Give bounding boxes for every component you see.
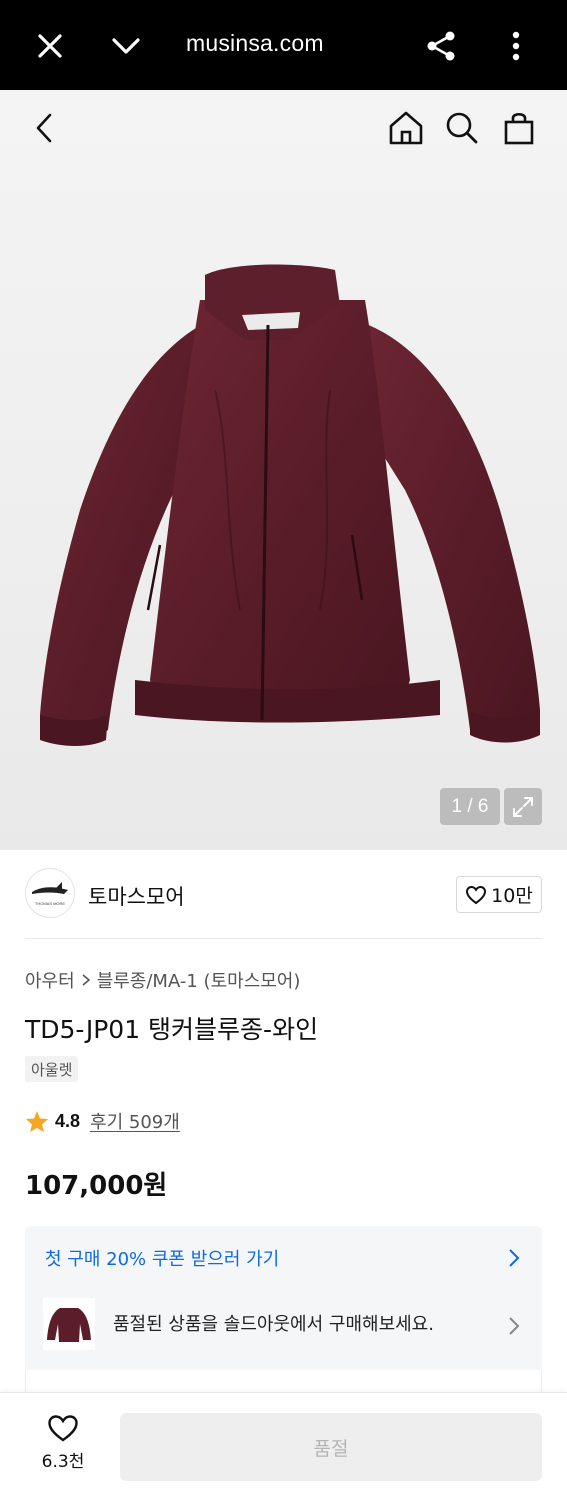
rating-row: 4.8 후기 509개 <box>25 1108 180 1134</box>
app-header <box>0 90 567 170</box>
jacket-illustration <box>40 264 540 746</box>
breadcrumb: 아우터 블루종/MA-1 (토마스모어) <box>25 967 300 993</box>
close-icon[interactable] <box>28 24 72 68</box>
breadcrumb-subcategory[interactable]: 블루종/MA-1 (토마스모어) <box>97 967 301 993</box>
rating-score: 4.8 <box>55 1110 81 1131</box>
soldout-banner[interactable]: 품절된 상품을 솔드아웃에서 구매해보세요. <box>25 1290 542 1370</box>
product-thumbnail <box>43 1298 95 1350</box>
buy-button[interactable]: 품절 <box>120 1413 542 1481</box>
coupon-text: 첫 구매 20% 쿠폰 받으러 가기 <box>45 1249 280 1270</box>
divider <box>25 938 542 939</box>
product-price: 107,000원 <box>25 1171 168 1201</box>
heart-icon <box>48 1415 78 1442</box>
chevron-right-icon <box>82 974 90 986</box>
svg-text:THOMAS MORE: THOMAS MORE <box>35 901 66 906</box>
brand-like-button[interactable]: 10만 <box>456 876 542 913</box>
share-icon[interactable] <box>419 24 463 68</box>
chevron-right-icon <box>509 1249 520 1267</box>
brand-logo[interactable]: THOMAS MORE <box>25 868 75 918</box>
browser-toolbar: musinsa.com <box>0 0 567 90</box>
expand-image-button[interactable] <box>504 788 542 825</box>
soldout-text: 품절된 상품을 솔드아웃에서 구매해보세요. <box>113 1314 434 1335</box>
wishlist-count: 6.3천 <box>41 1452 85 1472</box>
coupon-banner[interactable]: 첫 구매 20% 쿠폰 받으러 가기 <box>25 1226 542 1290</box>
product-title: TD5-JP01 탱커블루종-와인 <box>25 1015 319 1044</box>
bottom-action-bar: 6.3천 품절 <box>0 1392 567 1500</box>
more-vertical-icon[interactable] <box>494 24 538 68</box>
brand-name[interactable]: 토마스모어 <box>88 881 185 911</box>
heart-icon <box>466 885 487 904</box>
chevron-down-icon[interactable] <box>104 24 148 68</box>
chevron-right-icon <box>509 1317 520 1335</box>
shopping-bag-icon[interactable] <box>499 108 539 148</box>
home-icon[interactable] <box>386 108 426 148</box>
breadcrumb-category[interactable]: 아우터 <box>25 967 75 993</box>
outlet-badge: 아울렛 <box>25 1056 79 1082</box>
product-image[interactable] <box>0 90 567 850</box>
review-count-link[interactable]: 후기 509개 <box>90 1108 180 1134</box>
image-counter: 1 / 6 <box>440 788 500 825</box>
expand-icon <box>513 796 533 817</box>
brand-like-count: 10만 <box>491 885 533 907</box>
star-icon <box>26 1110 48 1132</box>
brand-row[interactable]: THOMAS MORE 토마스모어 10만 <box>25 868 542 920</box>
url-text[interactable]: musinsa.com <box>186 30 324 57</box>
back-arrow-icon[interactable] <box>24 108 64 148</box>
search-icon[interactable] <box>442 108 482 148</box>
wishlist-button[interactable]: 6.3천 <box>25 1407 101 1479</box>
